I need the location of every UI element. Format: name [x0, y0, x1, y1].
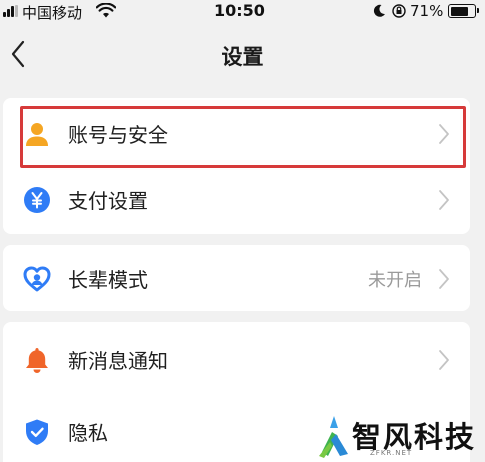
settings-item-payment[interactable]: 支付设置 — [3, 166, 470, 232]
settings-item-label: 支付设置 — [68, 189, 148, 213]
settings-group-account: 账号与安全 支付设置 — [3, 98, 470, 234]
signal-icon — [3, 5, 18, 17]
watermark-logo — [319, 416, 348, 458]
shield-icon — [26, 419, 48, 445]
settings-item-account-security[interactable]: 账号与安全 — [3, 100, 470, 166]
navigation-bar: 设置 — [0, 24, 485, 86]
wifi-icon — [96, 3, 116, 18]
chevron-right-icon — [439, 190, 449, 210]
chevron-right-icon — [439, 269, 449, 289]
battery-level-fill — [450, 6, 468, 16]
settings-item-elder-mode[interactable]: 长辈模式 未开启 — [3, 245, 470, 311]
settings-item-label: 账号与安全 — [68, 123, 168, 147]
chevron-right-icon — [439, 350, 449, 370]
settings-item-label: 长辈模式 — [68, 268, 148, 292]
person-icon — [26, 123, 48, 146]
carrier-name: 中国移动 — [22, 4, 83, 22]
settings-item-value: 未开启 — [368, 270, 422, 291]
heart-icon — [23, 266, 51, 292]
bell-icon — [26, 348, 48, 373]
battery-icon — [448, 4, 479, 18]
status-bar: 中国移动 10:50 71% — [0, 0, 485, 24]
settings-item-label: 新消息通知 — [68, 349, 168, 373]
moon-icon — [373, 4, 385, 17]
battery-percent: 71% — [410, 2, 444, 20]
orientation-lock-icon — [392, 4, 406, 18]
watermark: 智风科技 ZFKR.NET — [316, 410, 481, 462]
watermark-subtext: ZFKR.NET — [370, 449, 413, 457]
chevron-right-icon — [439, 124, 449, 144]
settings-item-label: 隐私 — [68, 421, 108, 445]
page-title: 设置 — [221, 45, 264, 69]
yuan-icon — [24, 187, 50, 213]
settings-item-notifications[interactable]: 新消息通知 — [3, 326, 470, 392]
clock-time: 10:50 — [214, 1, 265, 20]
settings-group-elder-mode: 长辈模式 未开启 — [3, 245, 470, 311]
